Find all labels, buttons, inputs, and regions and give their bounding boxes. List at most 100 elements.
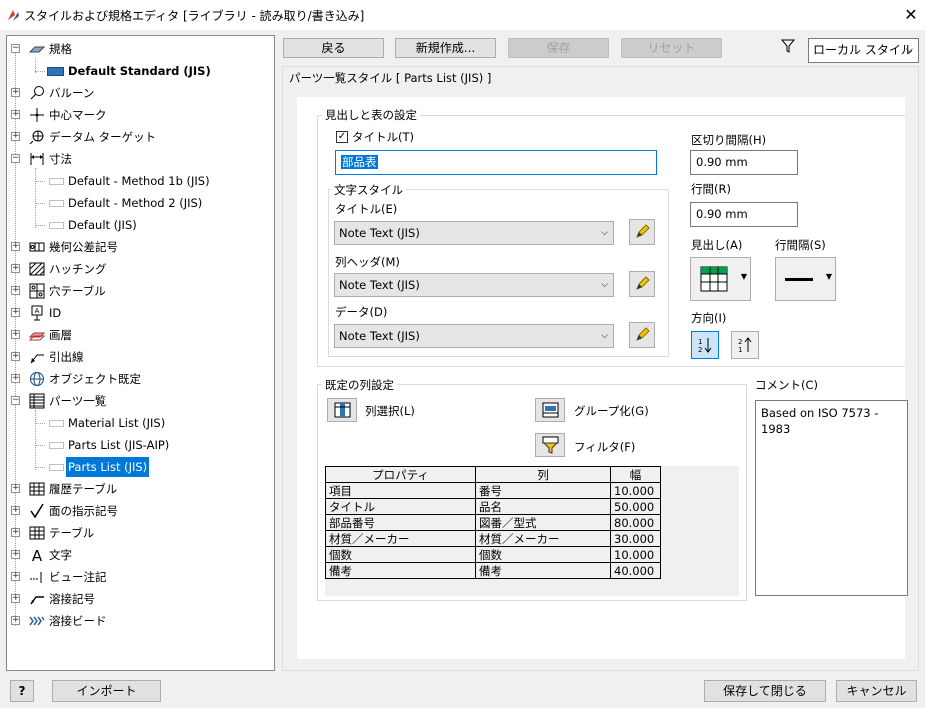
cancel-button[interactable]: キャンセル <box>836 680 917 702</box>
group-label[interactable]: グループ化(G) <box>574 403 649 419</box>
title-checkbox[interactable]: ✓ <box>336 131 348 143</box>
column-select-button[interactable] <box>327 398 357 422</box>
width-cell[interactable]: 10.000 <box>610 546 661 563</box>
line-spacing-input[interactable]: 0.90 mm <box>690 150 798 175</box>
property-cell: 項目 <box>325 482 476 499</box>
expand-icon[interactable]: + <box>11 132 20 141</box>
pencil-icon <box>636 224 650 238</box>
columns-table[interactable]: プロパティ 列 幅 項目 番号 10.000 タイトル 品名 50.000 部品番号 図番… <box>325 466 661 579</box>
expand-icon[interactable]: + <box>11 242 20 251</box>
revision-table-icon <box>29 482 45 496</box>
expand-icon[interactable]: + <box>11 484 20 493</box>
title-input[interactable]: 部品表 <box>335 150 657 175</box>
id-icon: A <box>31 305 43 321</box>
filter-icon[interactable] <box>781 39 795 53</box>
header-style-dropdown[interactable]: Note Text (JIS) ⌵ <box>334 273 614 297</box>
column-column-header[interactable]: 列 <box>475 466 611 483</box>
table-row[interactable]: 項目 番号 10.000 <box>325 482 661 499</box>
title-style-value: Note Text (JIS) <box>339 226 420 240</box>
edit-header-style-button[interactable] <box>629 271 655 297</box>
edit-title-style-button[interactable] <box>629 219 655 245</box>
expand-icon[interactable]: + <box>11 616 20 625</box>
width-cell[interactable]: 40.000 <box>610 562 661 579</box>
table-row[interactable]: 材質／メーカー 材質／メーカー 30.000 <box>325 530 661 547</box>
expand-icon[interactable]: + <box>11 308 20 317</box>
title-style-dropdown[interactable]: Note Text (JIS) ⌵ <box>334 221 614 245</box>
collapse-icon[interactable]: − <box>11 44 20 53</box>
save-button[interactable]: 保存 <box>508 38 609 58</box>
width-cell[interactable]: 80.000 <box>610 514 661 531</box>
hatch-icon <box>29 262 45 276</box>
globe-icon <box>30 372 44 386</box>
reset-button[interactable]: リセット <box>621 38 722 58</box>
table-row[interactable]: 個数 個数 10.000 <box>325 546 661 563</box>
expand-icon[interactable]: + <box>11 528 20 537</box>
expand-icon[interactable]: + <box>11 352 20 361</box>
direction-up-button[interactable]: 21 <box>731 331 759 359</box>
expand-icon[interactable]: + <box>11 506 20 515</box>
style-doc-icon <box>49 442 64 449</box>
back-button[interactable]: 戻る <box>283 38 384 58</box>
help-button[interactable]: ? <box>10 680 34 702</box>
filter-funnel-icon <box>542 436 559 454</box>
expand-icon[interactable]: + <box>11 264 20 273</box>
style-tree[interactable]: − 規格 Default Standard (JIS) + バルーン + 中心マ… <box>6 35 275 671</box>
expand-icon[interactable]: + <box>11 374 20 383</box>
expand-icon[interactable]: + <box>11 330 20 339</box>
property-cell: タイトル <box>325 498 476 515</box>
width-cell[interactable]: 30.000 <box>610 530 661 547</box>
group-button[interactable] <box>535 398 565 422</box>
column-cell: 材質／メーカー <box>475 530 611 547</box>
width-cell[interactable]: 50.000 <box>610 498 661 515</box>
group-icon <box>542 402 559 418</box>
edit-data-style-button[interactable] <box>629 322 655 348</box>
width-column-header[interactable]: 幅 <box>610 466 661 483</box>
parts-list-icon <box>29 393 45 409</box>
table-icon <box>29 526 45 540</box>
balloon-icon <box>30 86 44 100</box>
table-heading-icon <box>700 266 728 292</box>
data-style-dropdown[interactable]: Note Text (JIS) ⌵ <box>334 324 614 348</box>
center-mark-icon <box>30 108 44 122</box>
svg-text:A: A <box>35 307 40 315</box>
style-filter-dropdown[interactable]: ローカル スタイル ⌵ <box>808 38 919 63</box>
width-cell[interactable]: 10.000 <box>610 482 661 499</box>
collapse-icon[interactable]: − <box>11 154 20 163</box>
expand-icon[interactable]: + <box>11 110 20 119</box>
direction-down-button[interactable]: 12 <box>691 331 719 359</box>
surface-texture-icon <box>30 503 44 519</box>
close-button[interactable]: ✕ <box>898 3 924 27</box>
filter-label[interactable]: フィルタ(F) <box>574 439 635 455</box>
expand-icon[interactable]: + <box>11 88 20 97</box>
row-gap-dropdown[interactable]: ▼ <box>775 257 836 301</box>
save-close-button[interactable]: 保存して閉じる <box>704 680 826 702</box>
column-select-label[interactable]: 列選択(L) <box>365 403 415 419</box>
property-column-header[interactable]: プロパティ <box>325 466 476 483</box>
import-button[interactable]: インポート <box>52 680 161 702</box>
title-input-value: 部品表 <box>341 155 378 169</box>
title-style-label: タイトル(E) <box>335 202 398 216</box>
row-spacing-label: 行間(R) <box>691 182 731 196</box>
heading-position-dropdown[interactable]: ▼ <box>690 257 751 301</box>
gdt-icon <box>29 242 45 252</box>
expand-icon[interactable]: + <box>11 286 20 295</box>
new-button[interactable]: 新規作成... <box>395 38 496 58</box>
sort-down-icon: 12 <box>698 338 712 354</box>
weld-bead-icon <box>29 616 45 626</box>
dimension-icon <box>30 153 44 165</box>
table-row[interactable]: 部品番号 図番／型式 80.000 <box>325 514 661 531</box>
row-spacing-input[interactable]: 0.90 mm <box>690 202 798 227</box>
comment-textarea[interactable]: Based on ISO 7573 - 1983 <box>755 400 908 596</box>
collapse-icon[interactable]: − <box>11 396 20 405</box>
expand-icon[interactable]: + <box>11 550 20 559</box>
filter-button[interactable] <box>535 433 565 457</box>
line-spacing-label: 区切り間隔(H) <box>691 133 767 147</box>
tree-item-standards[interactable]: − 規格 <box>7 39 274 59</box>
pencil-icon <box>636 327 650 341</box>
expand-icon[interactable]: + <box>11 572 20 581</box>
style-doc-icon <box>49 222 64 229</box>
table-row[interactable]: タイトル 品名 50.000 <box>325 498 661 515</box>
dropdown-arrow-icon: ▼ <box>740 272 747 281</box>
expand-icon[interactable]: + <box>11 594 20 603</box>
table-row[interactable]: 備考 備考 40.000 <box>325 562 661 579</box>
